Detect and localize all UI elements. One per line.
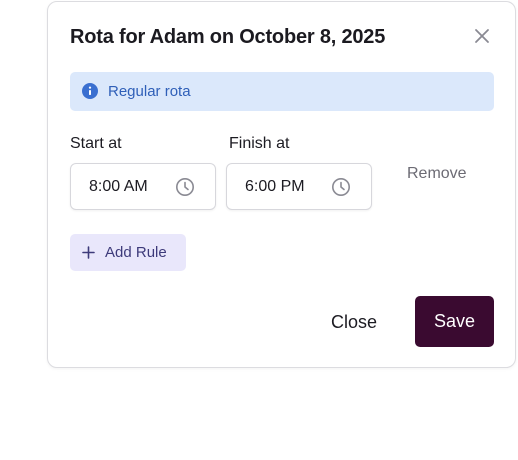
add-rule-button[interactable]: Add Rule (70, 234, 186, 271)
finish-time-value: 6:00 PM (245, 178, 305, 195)
plus-icon (82, 246, 95, 259)
close-button[interactable]: Close (314, 297, 394, 347)
banner-text: Regular rota (108, 83, 191, 100)
clock-icon[interactable] (331, 177, 351, 197)
rota-dialog: Rota for Adam on October 8, 2025 Regular… (47, 1, 516, 368)
finish-at-label: Finish at (229, 135, 290, 152)
start-time-input[interactable]: 8:00 AM (70, 163, 216, 210)
close-icon[interactable] (473, 27, 491, 45)
remove-rule-button[interactable]: Remove (407, 165, 467, 183)
dialog-title: Rota for Adam on October 8, 2025 (70, 26, 386, 48)
info-banner: Regular rota (70, 72, 494, 111)
info-icon (82, 83, 98, 99)
add-rule-label: Add Rule (105, 244, 167, 261)
clock-icon[interactable] (175, 177, 195, 197)
start-at-label: Start at (70, 135, 122, 152)
save-button[interactable]: Save (415, 296, 494, 347)
finish-time-input[interactable]: 6:00 PM (226, 163, 372, 210)
start-time-value: 8:00 AM (89, 178, 148, 195)
